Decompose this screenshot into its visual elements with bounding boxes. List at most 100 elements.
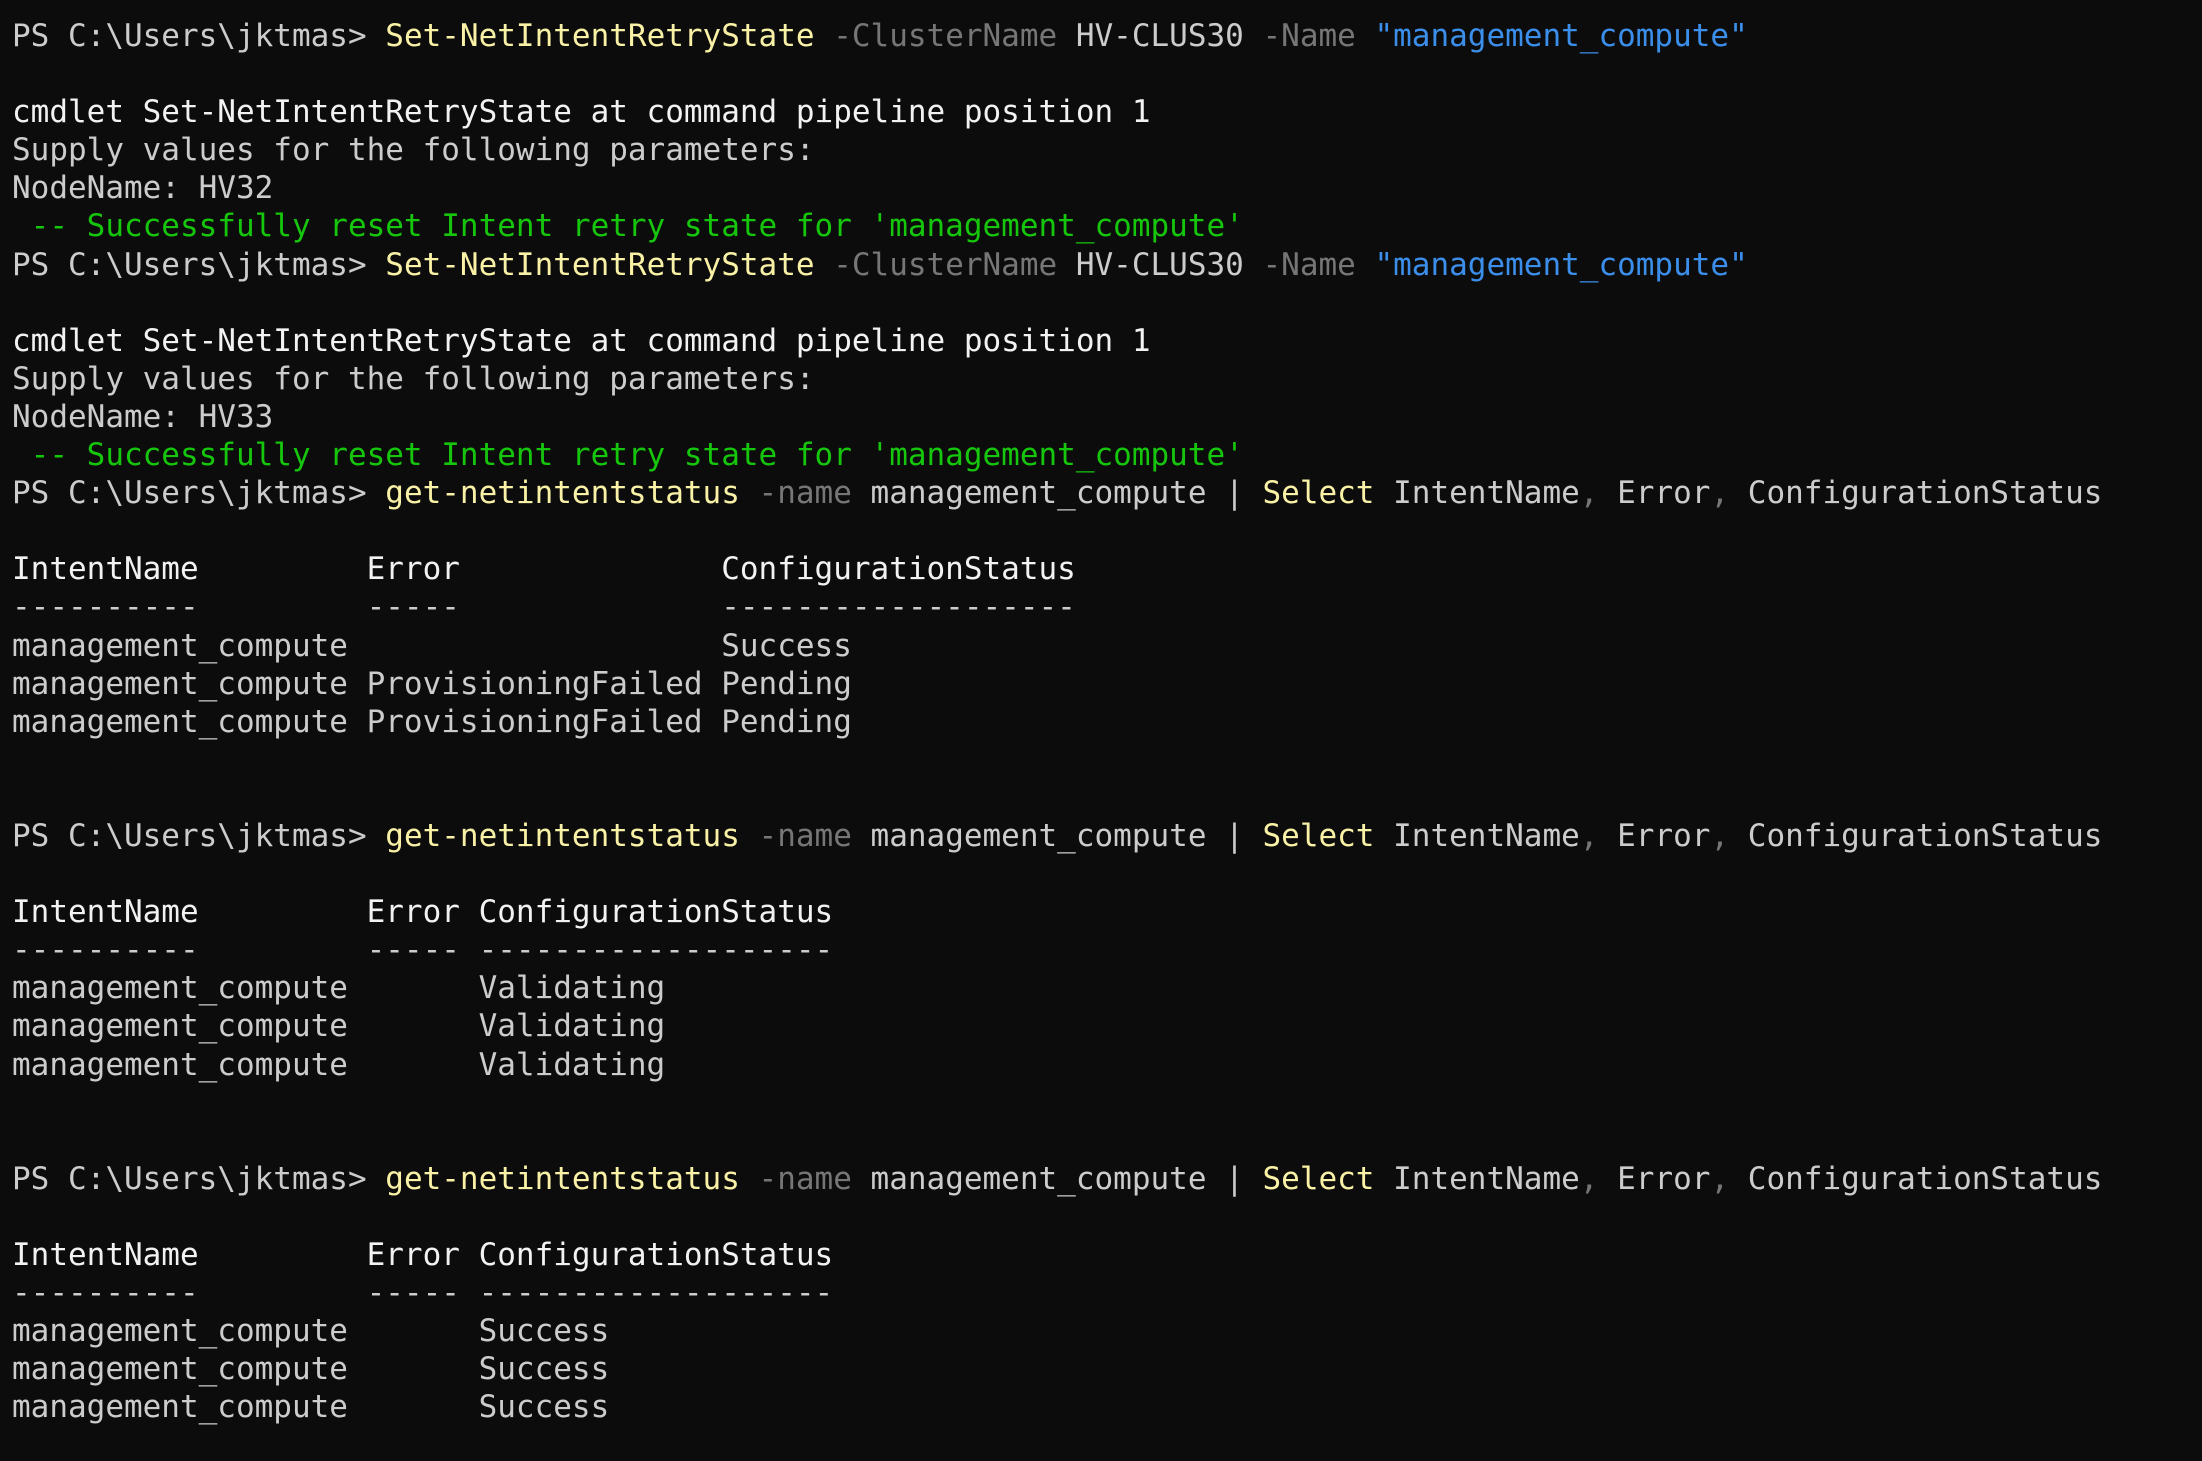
prompt-text: PS C:\Users\jktmas> xyxy=(12,18,386,54)
argument-text: management_compute xyxy=(851,817,1226,854)
command-text: get-netintentstatus xyxy=(385,817,740,854)
argument-text: IntentName xyxy=(1374,475,1580,512)
argument-text: Error xyxy=(1598,475,1711,512)
terminal-line: ---------- ----- ------------------- xyxy=(12,931,2192,969)
terminal-line: management_compute ProvisioningFailed Pe… xyxy=(12,665,2192,703)
argument-text: ConfigurationStatus xyxy=(1729,475,2103,512)
command-text: Set-NetIntentRetryState xyxy=(385,18,815,54)
parameter-text: , xyxy=(1579,817,1599,854)
output-text: management_compute Success xyxy=(12,1389,610,1426)
parameter-text: , xyxy=(1710,1160,1730,1197)
pipe-operator: | xyxy=(1225,1160,1244,1197)
parameter-text: -ClusterName xyxy=(814,246,1058,283)
output-text: ---------- ----- ------------------- xyxy=(12,589,1076,626)
terminal-line: cmdlet Set-NetIntentRetryState at comman… xyxy=(12,93,2192,131)
output-text: NodeName: HV33 xyxy=(12,398,274,435)
output-header-text: cmdlet Set-NetIntentRetryState at comman… xyxy=(12,94,1151,131)
terminal-line: IntentName Error ConfigurationStatus xyxy=(12,893,2192,931)
parameter-text: , xyxy=(1579,475,1599,512)
argument-text: management_compute xyxy=(851,475,1226,512)
argument-text: HV-CLUS30 xyxy=(1057,18,1244,54)
terminal-line: PS C:\Users\jktmas> get-netintentstatus … xyxy=(12,474,2192,512)
terminal-line: NodeName: HV32 xyxy=(12,169,2192,207)
pipe-operator: | xyxy=(1225,817,1244,854)
output-header-text: IntentName Error ConfigurationStatus xyxy=(12,1237,834,1273)
terminal-line: PS C:\Users\jktmas> get-netintentstatus … xyxy=(12,1160,2192,1198)
parameter-text: , xyxy=(1579,1160,1599,1197)
parameter-text: -name xyxy=(739,1160,852,1197)
terminal-line: management_compute Success xyxy=(12,1350,2192,1388)
output-text: management_compute ProvisioningFailed Pe… xyxy=(12,665,852,702)
command-text: Select xyxy=(1243,475,1375,512)
string-literal: "management_compute" xyxy=(1355,18,1748,54)
prompt-text: PS C:\Users\jktmas> xyxy=(12,475,386,512)
terminal-line: management_compute Success xyxy=(12,1388,2192,1426)
parameter-text: -name xyxy=(739,817,852,854)
argument-text: Error xyxy=(1598,1160,1711,1197)
argument-text: management_compute xyxy=(851,1160,1226,1197)
output-text: management_compute Success xyxy=(12,627,852,664)
output-text: management_compute Success xyxy=(12,1351,610,1388)
terminal-line: PS C:\Users\jktmas> get-netintentstatus … xyxy=(12,817,2192,855)
argument-text: ConfigurationStatus xyxy=(1729,1160,2103,1197)
output-header-text: IntentName Error ConfigurationStatus xyxy=(12,551,1076,588)
terminal-line: IntentName Error ConfigurationStatus xyxy=(12,550,2192,588)
argument-text: IntentName xyxy=(1374,817,1580,854)
terminal-line: management_compute Success xyxy=(12,627,2192,665)
output-text: management_compute Success xyxy=(12,1313,610,1350)
terminal-line: -- Successfully reset Intent retry state… xyxy=(12,207,2192,245)
parameter-text: , xyxy=(1710,475,1730,512)
terminal-line: -- Successfully reset Intent retry state… xyxy=(12,436,2192,474)
success-message: -- Successfully reset Intent retry state… xyxy=(12,437,1244,474)
terminal-output[interactable]: PS C:\Users\jktmas> Set-NetIntentRetrySt… xyxy=(12,17,2192,1426)
argument-text: Error xyxy=(1598,817,1711,854)
command-text: Select xyxy=(1243,1160,1375,1197)
prompt-text: PS C:\Users\jktmas> xyxy=(12,246,386,283)
output-text: Supply values for the following paramete… xyxy=(12,132,815,169)
command-text: get-netintentstatus xyxy=(385,475,740,512)
output-text: management_compute Validating xyxy=(12,970,666,1007)
parameter-text: -Name xyxy=(1243,18,1356,54)
output-text: Supply values for the following paramete… xyxy=(12,360,815,397)
terminal-line: ---------- ----- ------------------- xyxy=(12,1274,2192,1312)
terminal-line: Supply values for the following paramete… xyxy=(12,360,2192,398)
terminal-line: PS C:\Users\jktmas> Set-NetIntentRetrySt… xyxy=(12,246,2192,284)
terminal-line: management_compute ProvisioningFailed Pe… xyxy=(12,703,2192,741)
terminal-line: cmdlet Set-NetIntentRetryState at comman… xyxy=(12,322,2192,360)
parameter-text: , xyxy=(1710,817,1730,854)
command-text: Select xyxy=(1243,817,1375,854)
output-header-text: cmdlet Set-NetIntentRetryState at comman… xyxy=(12,322,1151,359)
output-text: ---------- ----- ------------------- xyxy=(12,932,834,969)
output-text: management_compute Validating xyxy=(12,1008,666,1045)
terminal-line: ---------- ----- ------------------- xyxy=(12,588,2192,626)
terminal-line: NodeName: HV33 xyxy=(12,398,2192,436)
prompt-text: PS C:\Users\jktmas> xyxy=(12,1160,386,1197)
terminal-line: IntentName Error ConfigurationStatus xyxy=(12,1236,2192,1274)
parameter-text: -ClusterName xyxy=(814,18,1058,54)
output-text: management_compute Validating xyxy=(12,1046,666,1083)
pipe-operator: | xyxy=(1225,475,1244,512)
output-header-text: IntentName Error ConfigurationStatus xyxy=(12,894,834,931)
terminal-line: management_compute Success xyxy=(12,1312,2192,1350)
terminal-line: PS C:\Users\jktmas> Set-NetIntentRetrySt… xyxy=(12,17,2192,55)
argument-text: ConfigurationStatus xyxy=(1729,817,2103,854)
terminal-line: Supply values for the following paramete… xyxy=(12,131,2192,169)
parameter-text: -name xyxy=(739,475,852,512)
success-message: -- Successfully reset Intent retry state… xyxy=(12,208,1244,245)
prompt-text: PS C:\Users\jktmas> xyxy=(12,817,386,854)
string-literal: "management_compute" xyxy=(1355,246,1748,283)
output-text: NodeName: HV32 xyxy=(12,170,274,207)
command-text: get-netintentstatus xyxy=(385,1160,740,1197)
terminal-line: management_compute Validating xyxy=(12,969,2192,1007)
command-text: Set-NetIntentRetryState xyxy=(385,246,815,283)
argument-text: HV-CLUS30 xyxy=(1057,246,1244,283)
output-text: management_compute ProvisioningFailed Pe… xyxy=(12,703,852,740)
terminal-line: management_compute Validating xyxy=(12,1046,2192,1084)
